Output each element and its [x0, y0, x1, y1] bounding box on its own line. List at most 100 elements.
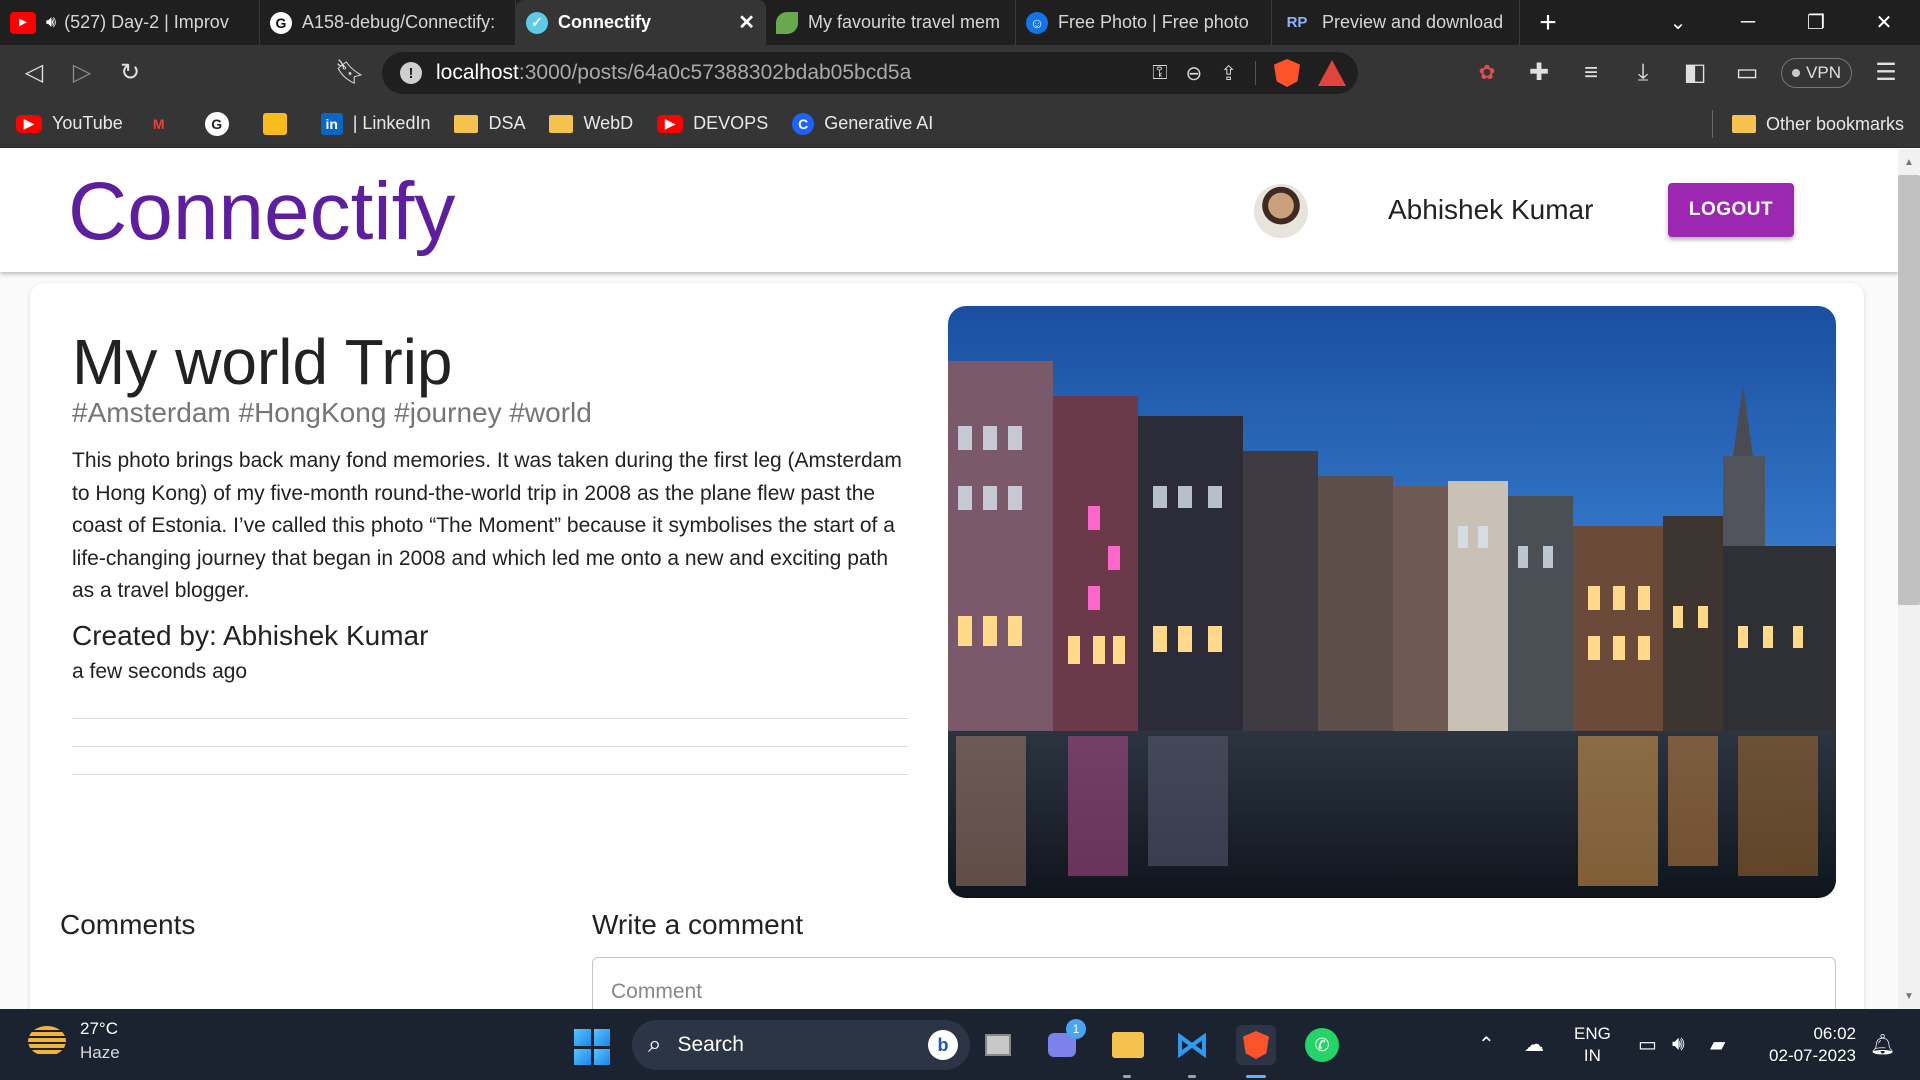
tab-preview-download[interactable]: RP Preview and download in	[1272, 0, 1520, 45]
page-viewport: Connectify Abhishek Kumar LOGOUT My worl…	[0, 149, 1898, 1009]
tab-title: Connectify	[558, 12, 652, 32]
bookmark-classroom[interactable]	[262, 112, 297, 135]
bookmark-icon[interactable]: 🔖︎	[326, 49, 374, 97]
notifications-icon[interactable]: 🔔︎	[1870, 1009, 1895, 1080]
share-icon[interactable]: ⇪	[1220, 61, 1237, 86]
tab-title: A158-debug/Connectify:	[302, 12, 496, 32]
rp-icon: RP	[1286, 14, 1308, 31]
bookmark-generative-ai[interactable]: C Generative AI	[792, 112, 934, 135]
divider	[1255, 61, 1256, 85]
windows-start-icon[interactable]	[574, 1029, 610, 1065]
onedrive-icon[interactable]: ☁	[1524, 1009, 1544, 1080]
audio-playing-icon: 🔊︎	[46, 13, 57, 31]
folder-icon	[454, 114, 479, 133]
tab-youtube[interactable]: ▶ 🔊︎ (527) Day-2 | Improv	[0, 0, 260, 45]
bookmark-gmail[interactable]: M	[147, 115, 181, 133]
browser-tab-strip: ▶ 🔊︎ (527) Day-2 | Improv G A158-debug/C…	[0, 0, 1920, 45]
bookmark-devops[interactable]: ▶ DEVOPS	[657, 113, 768, 134]
new-tab-button[interactable]: +	[1520, 0, 1576, 45]
network-icon[interactable]: ▭	[1638, 1009, 1657, 1080]
zoom-icon[interactable]: ⊖	[1185, 61, 1202, 86]
taskbar-search[interactable]: ⌕ Search b	[632, 1020, 970, 1070]
restore-icon[interactable]: ❐	[1784, 0, 1848, 45]
write-comment-heading: Write a comment	[592, 909, 804, 940]
language-indicator[interactable]: ENG IN	[1574, 1023, 1611, 1067]
bookmark-dsa[interactable]: DSA	[454, 113, 525, 134]
media-playlist-icon[interactable]: ≡	[1567, 49, 1615, 97]
divider	[72, 746, 908, 747]
search-label: Search	[677, 1033, 744, 1056]
back-icon[interactable]: ◁	[10, 49, 58, 97]
site-info-icon[interactable]: !	[400, 62, 422, 84]
tab-connectify[interactable]: ✓ Connectify ✕	[516, 0, 766, 45]
post-timestamp: a few seconds ago	[72, 660, 248, 683]
comment-input[interactable]	[592, 957, 1836, 1009]
bookmarks-separator	[1712, 110, 1713, 138]
active-indicator	[1246, 1075, 1266, 1078]
password-key-icon[interactable]: ⚿	[1152, 62, 1167, 85]
user-name: Abhishek Kumar	[1388, 194, 1594, 225]
bookmark-github[interactable]: G	[204, 111, 239, 136]
region-code: IN	[1583, 1046, 1601, 1065]
post-tags: #Amsterdam #HongKong #journey #world	[72, 397, 592, 428]
scrollbar-thumb[interactable]	[1898, 175, 1920, 605]
avatar[interactable]	[1254, 184, 1308, 238]
teams-chat-icon[interactable]: 1	[1042, 1019, 1086, 1065]
menu-icon[interactable]: ☰	[1862, 49, 1910, 97]
minimize-icon[interactable]: ─	[1716, 0, 1780, 45]
app-header: Connectify Abhishek Kumar LOGOUT	[0, 149, 1898, 272]
extensions-puzzle-icon[interactable]: ✚	[1515, 49, 1563, 97]
brave-rewards-icon[interactable]: 6	[1318, 60, 1346, 86]
comments-heading: Comments	[60, 909, 196, 940]
other-bookmarks[interactable]: Other bookmarks	[1731, 100, 1904, 148]
vpn-button[interactable]: VPN	[1781, 57, 1852, 88]
download-icon[interactable]: ⤓	[1619, 49, 1667, 97]
weather-widget[interactable]: 27°C Haze	[28, 1019, 120, 1063]
bookmark-linkedin[interactable]: in | LinkedIn	[320, 112, 430, 135]
brave-browser-icon[interactable]	[1236, 1025, 1276, 1065]
linkedin-icon: in	[320, 112, 343, 135]
tab-travel-memories[interactable]: My favourite travel mem	[766, 0, 1016, 45]
tab-search-icon[interactable]: ⌄	[1646, 0, 1710, 45]
post-author: Created by: Abhishek Kumar	[72, 620, 429, 651]
bing-icon[interactable]: b	[928, 1030, 958, 1060]
close-window-icon[interactable]: ✕	[1852, 0, 1916, 45]
task-view-icon[interactable]	[978, 1025, 1018, 1065]
tab-title: (527) Day-2 | Improv	[64, 12, 229, 32]
post-image	[948, 306, 1836, 898]
reload-icon[interactable]: ↻	[106, 49, 154, 97]
brave-shields-icon[interactable]	[1274, 59, 1300, 87]
extension-icon[interactable]: ✿	[1463, 49, 1511, 97]
lang-code: ENG	[1574, 1024, 1611, 1043]
tab-title: My favourite travel mem	[808, 12, 1001, 32]
youtube-icon: ▶	[657, 114, 684, 133]
brand-logo[interactable]: Connectify	[68, 165, 455, 259]
vscode-icon[interactable]: ⋈	[1172, 1025, 1212, 1065]
logout-button[interactable]: LOGOUT	[1668, 183, 1794, 237]
tab-github[interactable]: G A158-debug/Connectify:	[260, 0, 516, 45]
scroll-down-arrow[interactable]: ▼	[1898, 985, 1920, 1007]
forward-icon[interactable]: ▷	[58, 49, 106, 97]
bookmark-webd[interactable]: WebD	[549, 113, 633, 134]
youtube-icon: ▶	[16, 114, 42, 133]
file-explorer-icon[interactable]	[1108, 1025, 1148, 1065]
bookmark-youtube[interactable]: ▶ YouTube	[16, 113, 123, 134]
scroll-up-arrow[interactable]: ▲	[1898, 151, 1920, 173]
vpn-label: VPN	[1806, 62, 1841, 82]
wallet-icon[interactable]: ▭	[1723, 49, 1771, 97]
weather-temperature: 27°C	[80, 1019, 118, 1038]
bookmark-label: Generative AI	[824, 113, 934, 133]
volume-icon[interactable]: 🔊︎	[1672, 1009, 1685, 1080]
tab-title: Free Photo | Free photo	[1058, 12, 1249, 32]
chat-badge: 1	[1066, 1019, 1086, 1039]
battery-icon[interactable]: ▰	[1710, 1009, 1725, 1080]
address-bar[interactable]: ! localhost:3000/posts/64a0c57388302bdab…	[382, 52, 1358, 94]
close-tab-icon[interactable]: ✕	[730, 10, 755, 35]
system-clock[interactable]: 06:02 02-07-2023	[1760, 1023, 1856, 1067]
tab-free-photo[interactable]: ☺ Free Photo | Free photo	[1016, 0, 1272, 45]
show-hidden-icons[interactable]: ⌃	[1478, 1009, 1495, 1080]
whatsapp-icon[interactable]: ✆	[1302, 1025, 1342, 1065]
sidebar-icon[interactable]: ◧	[1671, 49, 1719, 97]
clock-date: 02-07-2023	[1769, 1046, 1856, 1065]
windows-taskbar: 27°C Haze ⌕ Search b 1 ⋈ ✆ ⌃ ☁ ENG IN ▭ …	[0, 1009, 1920, 1080]
